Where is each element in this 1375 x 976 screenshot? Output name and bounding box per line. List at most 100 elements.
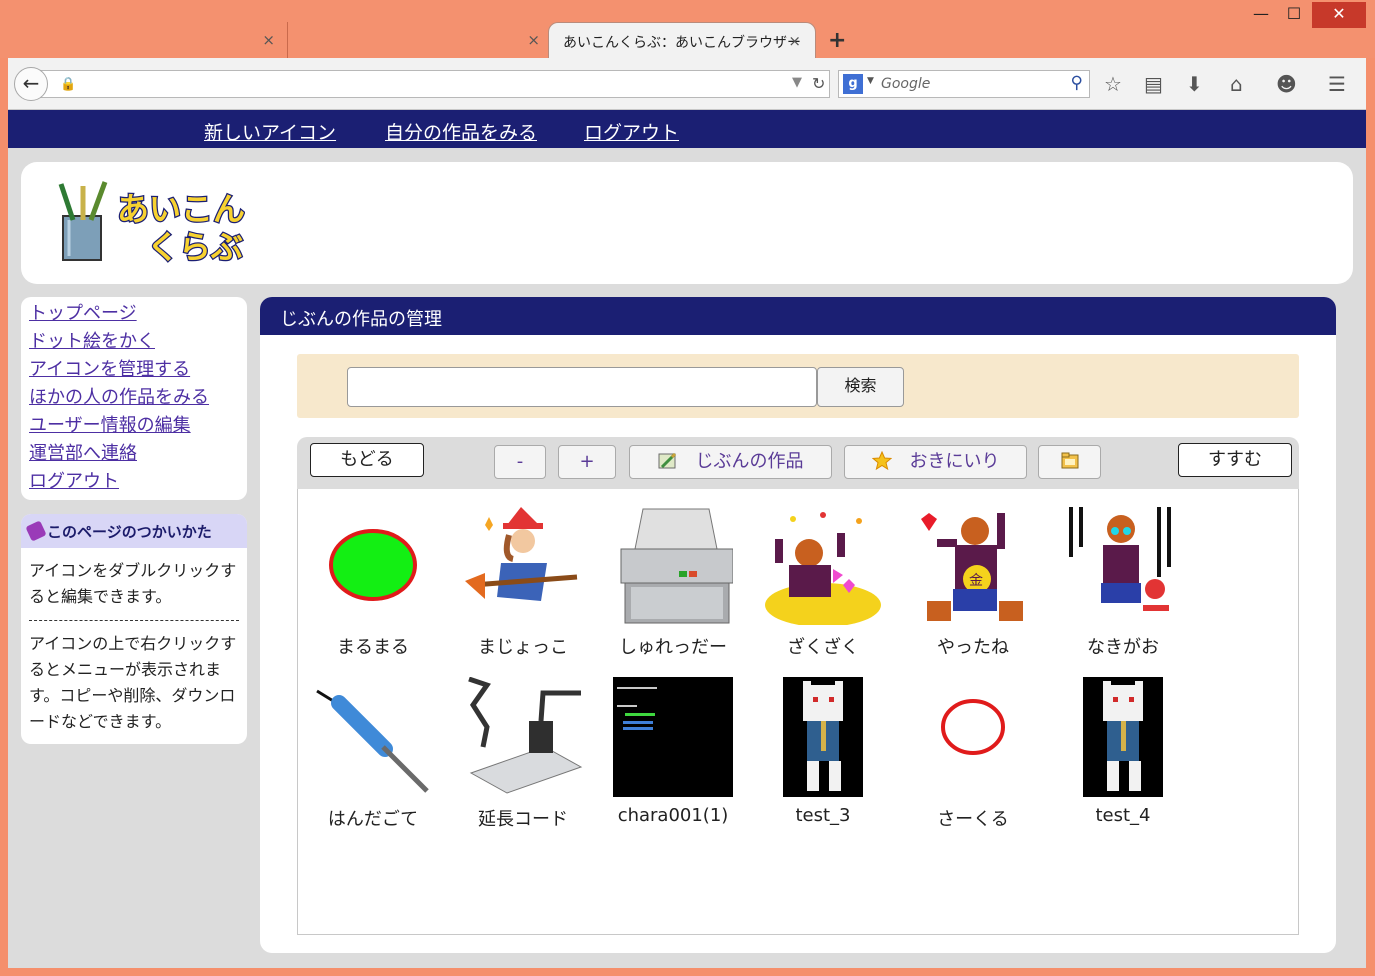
browser-tab[interactable]: × bbox=[292, 22, 550, 58]
sidebar-menu: トップページ ドット絵をかく アイコンを管理する ほかの人の作品をみる ユーザー… bbox=[21, 297, 247, 500]
search-placeholder: Google bbox=[881, 76, 931, 92]
home-icon[interactable]: ⌂ bbox=[1230, 72, 1243, 96]
site-nav: 新しいアイコン 自分の作品をみる ログアウト bbox=[8, 110, 1366, 148]
icon-item[interactable]: ざくざく bbox=[748, 505, 898, 659]
icon-caption: test_3 bbox=[795, 805, 851, 826]
tab-label: あいこんくらぶ：あいこんブラウザー bbox=[563, 35, 801, 51]
browser-tab[interactable]: × bbox=[20, 22, 288, 58]
new-tab-button[interactable]: + bbox=[828, 28, 846, 53]
witch-icon bbox=[465, 507, 578, 601]
address-bar[interactable]: 🔒 ▼ ↻ bbox=[38, 70, 830, 98]
red-circle-icon bbox=[941, 699, 1005, 755]
digging-gold-icon bbox=[765, 512, 881, 627]
pencil-image-icon bbox=[658, 452, 676, 469]
icon-caption: まじょっこ bbox=[478, 637, 568, 658]
soldering-iron-icon bbox=[316, 689, 429, 793]
sidebar-item-top[interactable]: トップページ bbox=[29, 302, 247, 330]
tab-close-icon[interactable]: × bbox=[788, 32, 801, 50]
icon-caption: なきがお bbox=[1087, 637, 1159, 658]
tab-close-icon[interactable]: × bbox=[527, 31, 540, 49]
shredder-icon bbox=[620, 508, 734, 624]
zoom-out-button[interactable]: - bbox=[494, 445, 546, 479]
icon-caption: test_4 bbox=[1095, 805, 1151, 826]
icon-caption: やったね bbox=[937, 637, 1009, 658]
chevron-down-icon[interactable]: ▼ bbox=[867, 76, 874, 86]
crying-face-icon bbox=[1069, 507, 1171, 611]
sidebar-item-contact[interactable]: 運営部へ連絡 bbox=[29, 442, 247, 470]
site-logo[interactable]: あいこん くらぶ bbox=[55, 180, 245, 264]
sidebar-item-manage[interactable]: アイコンを管理する bbox=[29, 358, 247, 386]
page-content: 新しいアイコン 自分の作品をみる ログアウト あいこん くらぶ トップページ ド… bbox=[8, 110, 1366, 968]
nav-new-icon[interactable]: 新しいアイコン bbox=[204, 118, 336, 145]
reading-list-icon[interactable]: ▤ bbox=[1144, 72, 1163, 96]
nav-my-works[interactable]: 自分の作品をみる bbox=[385, 118, 537, 145]
maximize-button[interactable]: ☐ bbox=[1279, 2, 1309, 28]
search-button[interactable]: 検索 bbox=[817, 367, 904, 407]
zoom-in-button[interactable]: + bbox=[558, 445, 616, 479]
icon-item[interactable]: しゅれっだー bbox=[598, 505, 748, 659]
browser-tab-active[interactable]: あいこんくらぶ：あいこんブラウザー × bbox=[548, 22, 816, 58]
menu-icon[interactable]: ☰ bbox=[1328, 72, 1346, 96]
site-header: あいこん くらぶ bbox=[21, 162, 1353, 284]
forward-page-button[interactable]: すすむ bbox=[1178, 443, 1292, 477]
sidebar-item-others[interactable]: ほかの人の作品をみる bbox=[29, 386, 247, 414]
help-tip: アイコンの上で右クリックするとメニューが表示されます。コピーや削除、ダウンロード… bbox=[29, 634, 237, 731]
icon-caption: ざくざく bbox=[787, 637, 859, 658]
folder-icon bbox=[1061, 452, 1078, 469]
help-panel: このページのつかいかた アイコンをダブルクリックすると編集できます。 アイコンの… bbox=[21, 514, 247, 744]
search-bar[interactable]: g ▼ Google ⚲ bbox=[838, 70, 1090, 98]
icon-grid: まるまる まじょっこ しゅれっだー ざくざく 金 やったね なきがお はんだごて… bbox=[297, 489, 1299, 935]
search-panel: 検索 bbox=[297, 354, 1299, 418]
sidebar-item-logout[interactable]: ログアウト bbox=[29, 470, 247, 498]
icon-toolbar: もどる - + じぶんの作品 おきにいり すすむ bbox=[297, 437, 1299, 489]
icon-item[interactable]: なきがお bbox=[1048, 505, 1198, 659]
character-sheet-icon bbox=[613, 677, 733, 797]
book-icon bbox=[25, 520, 47, 542]
close-window-button[interactable]: ✕ bbox=[1312, 2, 1366, 28]
icon-item[interactable]: はんだごて bbox=[298, 677, 448, 831]
sidebar-item-user-edit[interactable]: ユーザー情報の編集 bbox=[29, 414, 247, 442]
search-icon[interactable]: ⚲ bbox=[1071, 73, 1083, 93]
back-page-button[interactable]: もどる bbox=[310, 443, 424, 477]
icon-item[interactable]: test_3 bbox=[748, 677, 898, 826]
cat-character-icon bbox=[1083, 677, 1163, 797]
lock-icon: 🔒 bbox=[60, 77, 77, 92]
icon-item[interactable]: test_4 bbox=[1048, 677, 1198, 826]
nav-logout[interactable]: ログアウト bbox=[584, 118, 679, 145]
icon-item[interactable]: さーくる bbox=[898, 677, 1048, 831]
favorites-button[interactable]: おきにいり bbox=[844, 445, 1027, 479]
celebration-icon: 金 bbox=[921, 513, 1023, 621]
back-arrow-icon: ← bbox=[22, 71, 40, 95]
page-title: じぶんの作品の管理 bbox=[260, 297, 1336, 335]
chat-icon[interactable]: ☻ bbox=[1276, 72, 1297, 96]
icon-caption: chara001(1) bbox=[617, 805, 729, 826]
star-icon bbox=[871, 451, 892, 471]
cat-character-icon bbox=[783, 677, 863, 797]
help-tip: アイコンをダブルクリックすると編集できます。 bbox=[29, 561, 237, 606]
icon-item[interactable]: 金 やったね bbox=[898, 505, 1048, 659]
green-circle-icon bbox=[329, 529, 417, 601]
folder-button[interactable] bbox=[1038, 445, 1101, 479]
icon-caption: さーくる bbox=[937, 809, 1009, 830]
search-input[interactable] bbox=[347, 367, 817, 407]
chevron-down-icon[interactable]: ▼ bbox=[792, 75, 802, 90]
tab-close-icon[interactable]: × bbox=[262, 31, 275, 49]
main-panel: じぶんの作品の管理 検索 もどる - + じぶんの作品 おきにいり すすむ まる… bbox=[260, 297, 1336, 953]
bookmark-star-icon[interactable]: ☆ bbox=[1104, 72, 1122, 96]
extension-cord-icon bbox=[468, 676, 583, 794]
icon-caption: しゅれっだー bbox=[619, 637, 727, 658]
download-icon[interactable]: ⬇ bbox=[1186, 72, 1203, 96]
svg-text:金: 金 bbox=[969, 573, 983, 589]
google-icon[interactable]: g bbox=[843, 74, 863, 94]
icon-item[interactable]: まるまる bbox=[298, 505, 448, 659]
minimize-button[interactable]: — bbox=[1246, 2, 1276, 28]
back-button[interactable]: ← bbox=[14, 67, 48, 101]
icon-item[interactable]: 延長コード bbox=[448, 676, 598, 831]
icon-item[interactable]: chara001(1) bbox=[598, 677, 748, 826]
icon-item[interactable]: まじょっこ bbox=[448, 505, 598, 659]
my-works-button[interactable]: じぶんの作品 bbox=[629, 445, 832, 479]
sidebar-item-draw[interactable]: ドット絵をかく bbox=[29, 330, 247, 358]
reload-icon[interactable]: ↻ bbox=[812, 74, 825, 93]
browser-titlebar: × × あいこんくらぶ：あいこんブラウザー × + — ☐ ✕ bbox=[0, 0, 1375, 58]
help-title: このページのつかいかた bbox=[21, 514, 247, 548]
